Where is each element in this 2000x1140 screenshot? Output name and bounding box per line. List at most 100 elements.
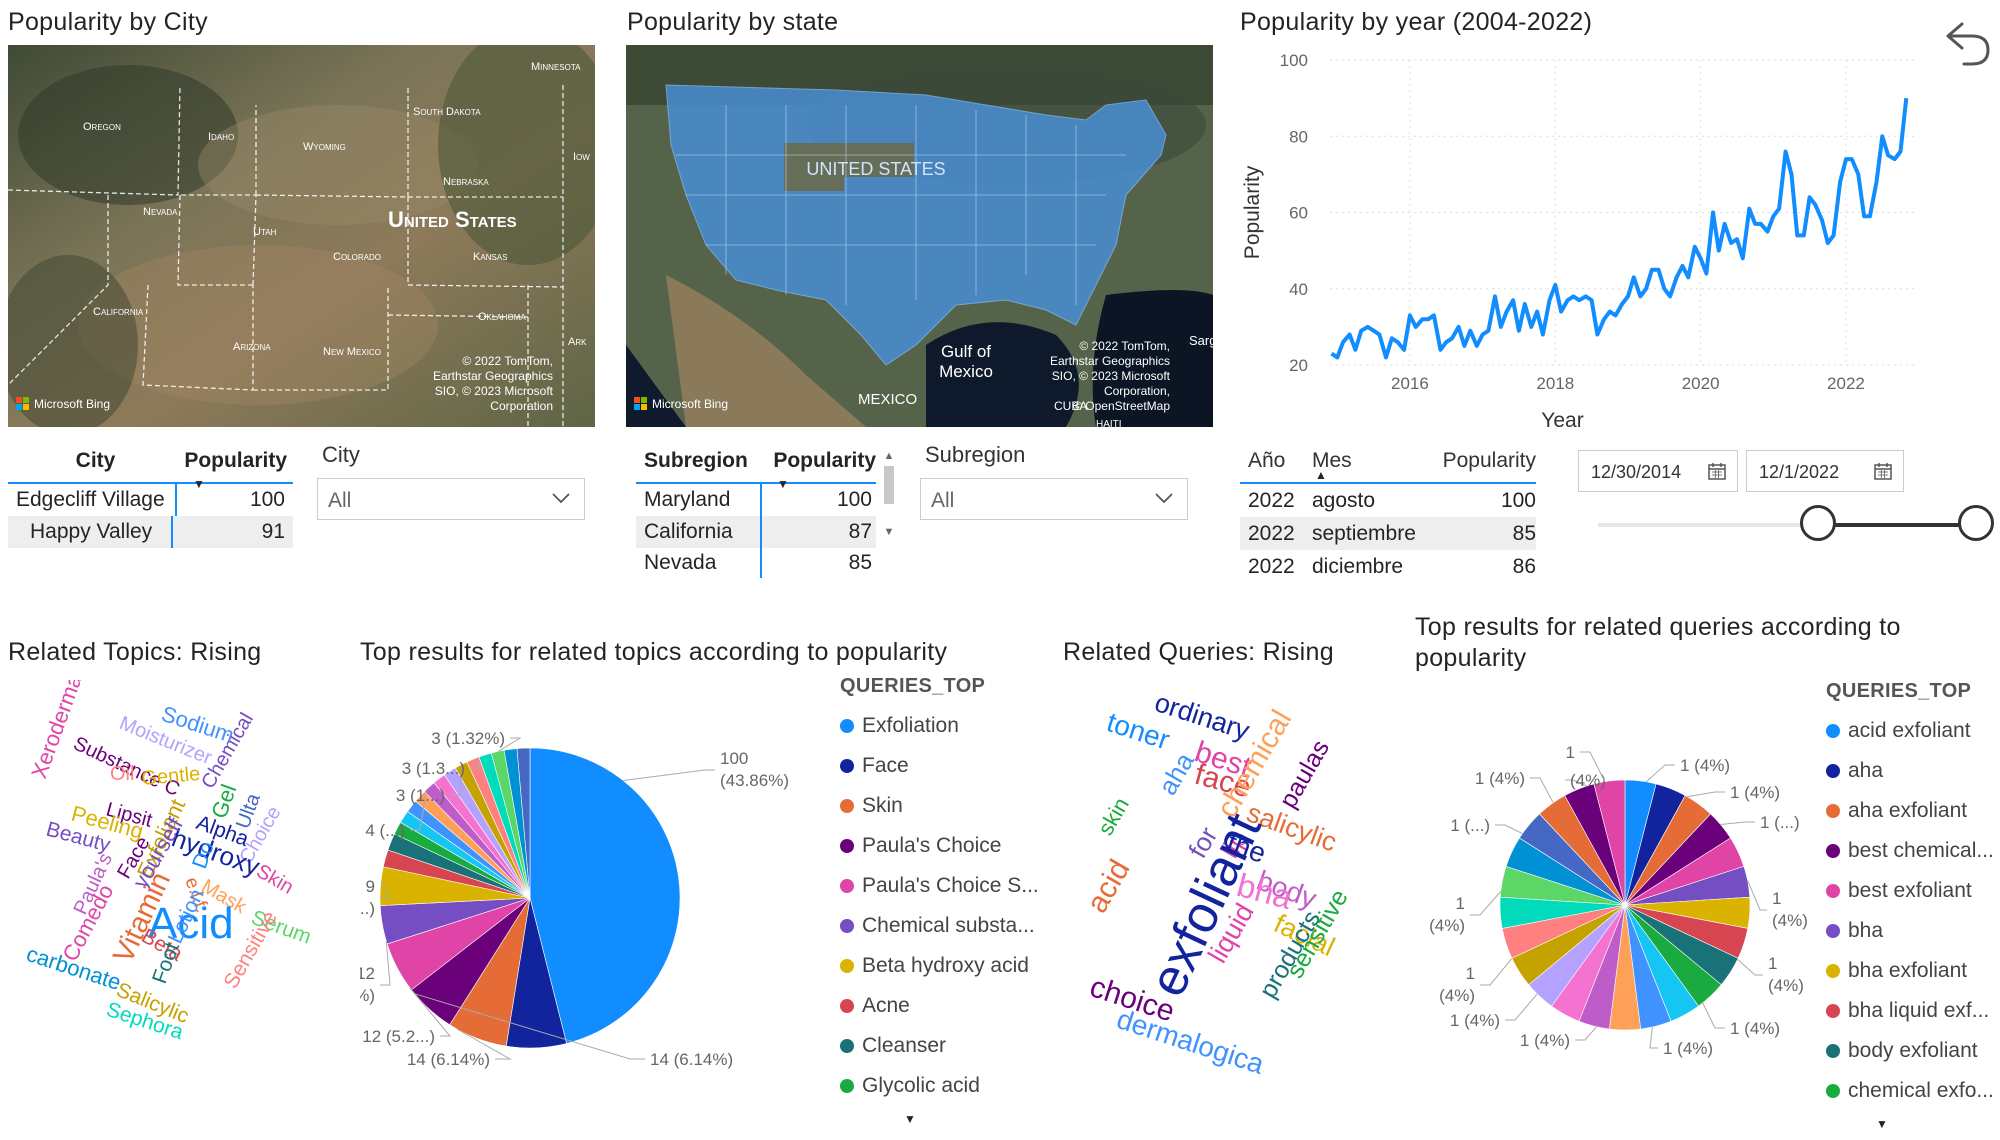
pie-data-label: 14 (6.14%) (650, 1050, 733, 1069)
wordcloud-word[interactable]: Xeroderma (26, 680, 87, 782)
pie-data-label: 1 (4%) (1663, 1039, 1713, 1058)
leader-line (1530, 777, 1554, 803)
leader-line (1480, 958, 1513, 986)
subregion-slicer-dropdown[interactable]: All (920, 478, 1188, 520)
leader-line (1575, 1026, 1597, 1041)
calendar-icon[interactable] (1707, 461, 1727, 486)
state-table-header-subregion[interactable]: Subregion (636, 449, 767, 473)
popularity-cell: 100 (249, 488, 285, 511)
year-table-header-mes[interactable]: Mes (1312, 449, 1422, 473)
y-tick-label: 100 (1280, 51, 1308, 70)
date-start-input[interactable]: 12/30/2014 (1578, 450, 1738, 492)
year-table-header-popularity[interactable]: Popularity (1422, 449, 1536, 473)
popularity-cell: 85 (1512, 521, 1536, 545)
year-table-header-ano[interactable]: Año (1240, 449, 1312, 473)
legend-item[interactable]: bha liquid exf... (1826, 991, 1998, 1031)
legend-item[interactable]: Cleanser (840, 1026, 1040, 1066)
legend-item[interactable]: best chemical... (1826, 831, 1998, 871)
undo-arrow-icon[interactable] (1942, 16, 1992, 72)
legend-label: Paula's Choice S... (862, 874, 1039, 897)
legend-item[interactable]: Acne (840, 986, 1040, 1026)
date-end-input[interactable]: 12/1/2022 (1746, 450, 1904, 492)
table-row[interactable]: Nevada 85 (636, 548, 876, 578)
pie-data-label: 100 (43.86%) (720, 749, 789, 790)
legend-item[interactable]: Paula's Choice (840, 826, 1040, 866)
scroll-up-icon[interactable]: ▲ (882, 450, 896, 462)
legend-item[interactable]: Beta hydroxy acid (840, 946, 1040, 986)
city-table-header-popularity[interactable]: Popularity ▼ (183, 449, 293, 491)
legend-dot-icon (840, 999, 854, 1013)
state-map[interactable]: UNITED STATES Gulf of Mexico MEXICO CUBA … (626, 45, 1213, 427)
calendar-icon[interactable] (1873, 461, 1893, 486)
city-cell: Edgecliff Village (8, 484, 178, 516)
svg-text:Nebraska: Nebraska (443, 176, 489, 188)
wordcloud-word[interactable]: aha (1152, 747, 1200, 800)
legend-item[interactable]: bha exfoliant (1826, 951, 1998, 991)
table-row[interactable]: California 87 (636, 516, 876, 548)
legend-item[interactable]: body exfoliant (1826, 1031, 1998, 1071)
legend-label: best chemical... (1848, 839, 1994, 862)
table-row[interactable]: Maryland 100 (636, 484, 876, 516)
wordcloud-word[interactable]: dermalogica (1113, 1003, 1268, 1080)
legend-item[interactable]: Paula's Choice S... (840, 866, 1040, 906)
pie-data-label: 4 (...) (365, 821, 405, 840)
legend-scroll-down-icon[interactable]: ▼ (780, 1112, 1040, 1126)
popularity-series-line[interactable] (1330, 97, 1909, 360)
table-row[interactable]: Happy Valley 91 (8, 516, 293, 548)
wordcloud-word[interactable]: Skin (253, 860, 298, 899)
table-row[interactable]: 2022 diciembre 86 (1240, 550, 1536, 583)
legend-item[interactable]: Glycolic acid (840, 1066, 1040, 1106)
y-tick-label: 40 (1289, 280, 1308, 299)
legend-item[interactable]: Chemical substa... (840, 906, 1040, 946)
legend-item[interactable]: Face (840, 746, 1040, 786)
legend-label: Acne (862, 994, 910, 1017)
x-axis-label: Year (1541, 409, 1583, 432)
table-row[interactable]: Edgecliff Village 100 (8, 484, 293, 516)
legend-dot-icon (1826, 964, 1840, 978)
legend-item[interactable]: Exfoliation (840, 706, 1040, 746)
legend-item[interactable]: bha (1826, 911, 1998, 951)
city-slicer-dropdown[interactable]: All (317, 478, 585, 520)
slider-handle-start[interactable] (1800, 505, 1836, 541)
city-table-header-city[interactable]: City (8, 449, 183, 473)
svg-text:Oregon: Oregon (83, 121, 121, 133)
legend-scroll-down-icon[interactable]: ▼ (1766, 1117, 1998, 1131)
legend-item[interactable]: best exfoliant (1826, 871, 1998, 911)
state-table-scrollbar[interactable]: ▲ ▼ (882, 450, 896, 554)
legend-item[interactable]: aha (1826, 751, 1998, 791)
pie-data-label: 3 (1.3...) (402, 759, 465, 778)
leader-line (623, 769, 715, 781)
legend-item[interactable]: chemical exfo... (1826, 1071, 1998, 1111)
date-range-slider[interactable] (1598, 505, 1998, 545)
legend-item[interactable]: Skin (840, 786, 1040, 826)
wordcloud-word[interactable]: Oil (110, 763, 134, 785)
pie-data-label: 1 (1566, 743, 1575, 762)
year-cell: 2022 (1248, 488, 1295, 512)
leader-line (1495, 824, 1523, 835)
city-table: City Popularity ▼ Edgecliff Village 100 … (8, 440, 293, 548)
pie-data-label: 1 (...) (1450, 816, 1490, 835)
city-cell: Happy Valley (8, 516, 173, 548)
leader-line (1720, 821, 1755, 825)
queries-pie-title: Top results for related queries accordin… (1415, 613, 1901, 672)
wordcloud-word[interactable]: Gentle (141, 763, 202, 790)
table-row[interactable]: 2022 agosto 100 (1240, 484, 1536, 517)
popularity-cell: 100 (1500, 488, 1536, 512)
pie-data-label: 1 (4%) (1768, 954, 1804, 995)
pie-data-label: 1 (4%) (1520, 1031, 1570, 1050)
legend-dot-icon (840, 839, 854, 853)
legend-dot-icon (1826, 924, 1840, 938)
wordcloud-word[interactable]: acid (1080, 854, 1136, 918)
legend-item[interactable]: aha exfoliant (1826, 791, 1998, 831)
state-table-header-popularity[interactable]: Popularity ▼ (767, 449, 876, 491)
legend-item[interactable]: acid exfoliant (1826, 711, 1998, 751)
legend-title: QUERIES_TOP (1826, 680, 1972, 702)
table-row[interactable]: 2022 septiembre 85 (1240, 517, 1536, 550)
city-map[interactable]: Oregon Idaho Wyoming South Dakota Minnesota … (8, 45, 595, 427)
scroll-down-icon[interactable]: ▼ (882, 526, 896, 538)
scroll-thumb[interactable] (884, 466, 894, 504)
legend-dot-icon (1826, 844, 1840, 858)
slider-handle-end[interactable] (1958, 505, 1994, 541)
svg-text:California: California (93, 306, 144, 318)
wordcloud-word[interactable]: skin (1093, 793, 1134, 839)
